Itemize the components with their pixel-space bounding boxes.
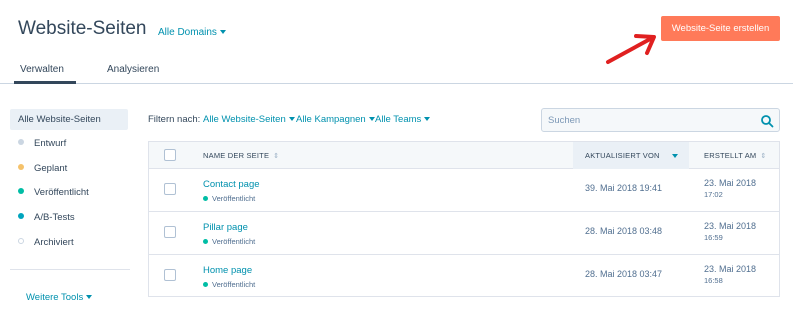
- filter-pages-dropdown[interactable]: Alle Website-Seiten: [203, 114, 295, 125]
- created-time: 16:58: [704, 276, 723, 285]
- tab-bar: Verwalten Analysieren: [0, 58, 793, 84]
- chevron-down-icon: [368, 117, 375, 122]
- sidebar-item-published[interactable]: Veröffentlicht: [10, 182, 128, 203]
- published-dot-icon: [203, 281, 208, 287]
- updated-date: 28. Mai 2018 03:48: [585, 226, 663, 236]
- filter-campaigns-label: Alle Kampagnen: [296, 114, 366, 125]
- row-checkbox[interactable]: [164, 226, 176, 238]
- created-date: 23. Mai 2018: [704, 178, 757, 188]
- column-header-label: ERSTELLT AM: [704, 151, 757, 160]
- tab-analyze[interactable]: Analysieren: [107, 64, 159, 75]
- created-time: 16:59: [704, 233, 723, 242]
- column-header-updated[interactable]: AKTUALISIERT VON: [573, 142, 689, 169]
- table-row: Home page Veröffentlicht 28. Mai 2018 03…: [149, 255, 779, 298]
- domain-select-label: Alle Domains: [158, 27, 217, 38]
- chevron-down-icon: [86, 295, 93, 300]
- filter-campaigns-dropdown[interactable]: Alle Kampagnen: [296, 114, 375, 125]
- created-time: 17:02: [704, 190, 723, 199]
- column-header-name[interactable]: NAME DER SEITE ⇕: [203, 142, 353, 169]
- sidebar-item-draft[interactable]: Entwurf: [10, 133, 128, 154]
- status-label: Veröffentlicht: [212, 237, 256, 246]
- sidebar-item-scheduled[interactable]: Geplant: [10, 158, 128, 179]
- search-input[interactable]: [548, 113, 748, 128]
- table-row: Contact page Veröffentlicht 39. Mai 2018…: [149, 169, 779, 212]
- sidebar-item-label: Alle Website-Seiten: [18, 114, 101, 125]
- chevron-down-icon: [219, 30, 226, 35]
- status-badge: Veröffentlicht: [203, 194, 255, 203]
- filter-teams-label: Alle Teams: [375, 114, 422, 125]
- created-date: 23. Mai 2018: [704, 221, 757, 231]
- sidebar-item-label: Geplant: [34, 163, 68, 174]
- created-date: 23. Mai 2018: [704, 264, 757, 274]
- more-tools-dropdown[interactable]: Weitere Tools: [26, 292, 93, 303]
- updated-date: 28. Mai 2018 03:47: [585, 269, 663, 279]
- table-header: NAME DER SEITE ⇕ AKTUALISIERT VON ERSTELL…: [149, 142, 779, 169]
- pages-table: NAME DER SEITE ⇕ AKTUALISIERT VON ERSTELL…: [148, 141, 780, 297]
- status-dot-icon: [18, 139, 24, 146]
- filter-teams-dropdown[interactable]: Alle Teams: [375, 114, 431, 125]
- sidebar-item-label: A/B-Tests: [34, 212, 75, 223]
- status-badge: Veröffentlicht: [203, 280, 255, 289]
- status-badge: Veröffentlicht: [203, 237, 255, 246]
- published-dot-icon: [203, 238, 208, 244]
- filter-pages-label: Alle Website-Seiten: [203, 114, 286, 125]
- sidebar-item-label: Entwurf: [34, 138, 67, 149]
- status-dot-icon: [18, 238, 24, 245]
- page-name-link[interactable]: Pillar page: [203, 222, 248, 233]
- filter-label: Filtern nach:: [148, 114, 201, 125]
- sort-icon: ⇕: [273, 153, 280, 160]
- active-tab-indicator: [14, 81, 76, 84]
- status-dot-icon: [18, 164, 24, 171]
- status-dot-icon: [18, 188, 24, 195]
- tab-manage[interactable]: Verwalten: [20, 64, 64, 75]
- domain-select[interactable]: Alle Domains: [158, 27, 226, 38]
- select-all-checkbox[interactable]: [164, 149, 176, 161]
- sidebar-item-label: Veröffentlicht: [34, 187, 89, 198]
- search-icon[interactable]: [760, 114, 774, 128]
- page-name-link[interactable]: Home page: [203, 265, 252, 276]
- row-checkbox[interactable]: [164, 269, 176, 281]
- search-box: [541, 108, 780, 132]
- sidebar-divider: [10, 269, 130, 270]
- chevron-down-icon: [288, 117, 295, 122]
- column-header-label: AKTUALISIERT VON: [585, 151, 660, 160]
- page-name-link[interactable]: Contact page: [203, 179, 260, 190]
- updated-date: 39. Mai 2018 19:41: [585, 183, 663, 193]
- create-website-page-button[interactable]: Website-Seite erstellen: [661, 16, 780, 41]
- sidebar-item-archived[interactable]: Archiviert: [10, 232, 128, 253]
- more-tools-label: Weitere Tools: [26, 292, 84, 303]
- sort-icon: ⇕: [760, 153, 767, 160]
- published-dot-icon: [203, 195, 208, 201]
- sidebar-item-label: Archiviert: [34, 237, 74, 248]
- sidebar-item-ab-tests[interactable]: A/B-Tests: [10, 207, 128, 228]
- status-dot-icon: [18, 213, 24, 220]
- status-label: Veröffentlicht: [212, 280, 256, 289]
- column-header-created[interactable]: ERSTELLT AM ⇕: [704, 142, 779, 169]
- chevron-down-icon: [424, 117, 431, 122]
- status-label: Veröffentlicht: [212, 194, 256, 203]
- table-row: Pillar page Veröffentlicht 28. Mai 2018 …: [149, 212, 779, 255]
- column-header-label: NAME DER SEITE: [203, 151, 270, 160]
- sort-descending-icon: [671, 154, 678, 159]
- page-title: Website-Seiten: [18, 18, 147, 39]
- sidebar-item-all-pages[interactable]: Alle Website-Seiten: [10, 109, 128, 130]
- row-checkbox[interactable]: [164, 183, 176, 195]
